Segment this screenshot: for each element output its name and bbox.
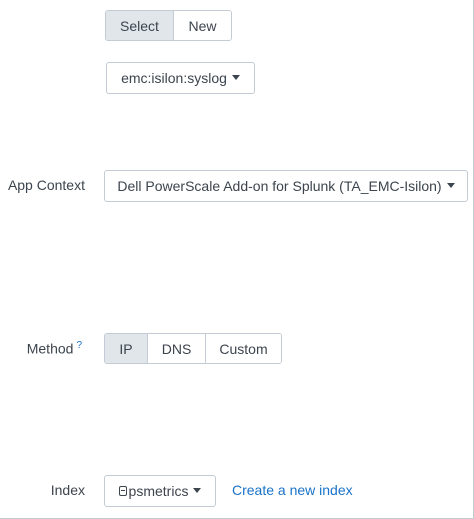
source-type-toggle: Select New — [105, 10, 232, 41]
caret-down-icon — [193, 487, 202, 493]
method-label-text: Method — [26, 340, 74, 357]
index-value: psmetrics — [128, 483, 189, 499]
caret-down-icon — [231, 74, 240, 80]
new-button[interactable]: New — [174, 11, 231, 40]
method-custom-button[interactable]: Custom — [206, 334, 281, 363]
index-label: Index — [50, 482, 85, 498]
app-context-dropdown[interactable]: Dell PowerScale Add-on for Splunk (TA_EM… — [104, 170, 468, 202]
app-context-label: App Context — [7, 177, 85, 193]
method-dns-button[interactable]: DNS — [148, 334, 206, 363]
caret-down-icon — [446, 182, 455, 188]
index-dropdown[interactable]: psmetrics — [104, 475, 216, 507]
create-new-index-link[interactable]: Create a new index — [232, 482, 353, 498]
select-button[interactable]: Select — [106, 11, 174, 40]
method-toggle: IP DNS Custom — [104, 333, 282, 364]
method-ip-button[interactable]: IP — [105, 334, 148, 363]
app-context-value: Dell PowerScale Add-on for Splunk (TA_EM… — [117, 178, 442, 194]
source-type-value: emc:isilon:syslog — [121, 70, 227, 86]
method-label: Method? — [0, 340, 82, 357]
database-icon — [118, 486, 127, 496]
source-type-dropdown[interactable]: emc:isilon:syslog — [106, 62, 255, 94]
help-icon[interactable]: ? — [76, 340, 82, 351]
